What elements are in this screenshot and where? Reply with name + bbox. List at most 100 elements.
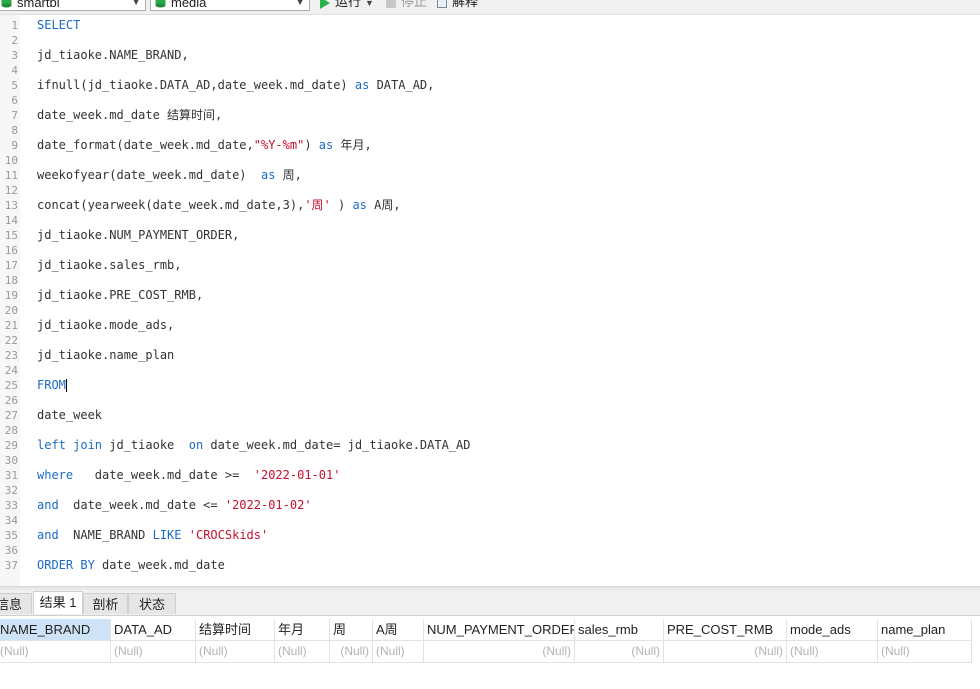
column-header[interactable]: name_plan xyxy=(878,619,972,641)
sql-editor[interactable]: 1 SELECT 2 3 jd_tiaoke.NAME_BRAND, 4 5 ifnull(j… xyxy=(0,15,980,586)
column-header[interactable]: sales_rmb xyxy=(575,619,664,641)
code-line[interactable]: 29 left join jd_tiaoke on date_week.md_da… xyxy=(0,438,980,453)
code-line[interactable]: 3 jd_tiaoke.NAME_BRAND, xyxy=(0,48,980,63)
code-line[interactable]: 8 xyxy=(0,123,980,138)
column-header[interactable]: NAME_BRAND xyxy=(0,619,111,641)
code-line[interactable]: 30 xyxy=(0,453,980,468)
code-text[interactable]: jd_tiaoke.mode_ads, xyxy=(37,318,174,333)
code-line[interactable]: 23 jd_tiaoke.name_plan xyxy=(0,348,980,363)
code-line[interactable]: 16 xyxy=(0,243,980,258)
code-line[interactable]: 27 date_week xyxy=(0,408,980,423)
column-header[interactable]: 年月 xyxy=(275,619,330,641)
code-line[interactable]: 22 xyxy=(0,333,980,348)
column-header[interactable]: 结算时间 xyxy=(196,619,275,641)
code-line[interactable]: 32 xyxy=(0,483,980,498)
code-line[interactable]: 6 xyxy=(0,93,980,108)
column-header[interactable]: PRE_COST_RMB xyxy=(664,619,787,641)
code-line[interactable]: 24 xyxy=(0,363,980,378)
code-line[interactable]: 11 weekofyear(date_week.md_date) as 周, xyxy=(0,168,980,183)
code-line[interactable]: 17 jd_tiaoke.sales_rmb, xyxy=(0,258,980,273)
code-text[interactable]: FROM xyxy=(37,378,67,393)
run-button[interactable]: 运行 ▼ xyxy=(320,0,374,11)
code-line[interactable]: 35 and NAME_BRAND LIKE 'CROCSkids' xyxy=(0,528,980,543)
code-line[interactable]: 18 xyxy=(0,273,980,288)
code-line[interactable]: 12 xyxy=(0,183,980,198)
code-text[interactable]: date_week xyxy=(37,408,102,423)
code-line[interactable]: 31 where date_week.md_date >= '2022-01-01… xyxy=(0,468,980,483)
line-number: 14 xyxy=(4,214,18,227)
code-text[interactable]: and date_week.md_date <= '2022-01-02' xyxy=(37,498,312,513)
tab-result[interactable]: 结果 1 xyxy=(33,591,83,614)
code-line[interactable]: 21 jd_tiaoke.mode_ads, xyxy=(0,318,980,333)
code-line[interactable]: 1 SELECT xyxy=(0,18,980,33)
database-select[interactable]: media ▼ xyxy=(150,0,310,11)
code-text[interactable]: weekofyear(date_week.md_date) as 周, xyxy=(37,168,302,183)
table-cell[interactable]: (Null) xyxy=(575,641,664,663)
code-text[interactable]: and NAME_BRAND LIKE 'CROCSkids' xyxy=(37,528,268,543)
code-text[interactable]: jd_tiaoke.name_plan xyxy=(37,348,174,363)
code-line[interactable]: 33 and date_week.md_date <= '2022-01-02' xyxy=(0,498,980,513)
code-text[interactable]: jd_tiaoke.PRE_COST_RMB, xyxy=(37,288,203,303)
line-number: 8 xyxy=(11,124,18,137)
code-line[interactable]: 2 xyxy=(0,33,980,48)
code-text[interactable]: ifnull(jd_tiaoke.DATA_AD,date_week.md_da… xyxy=(37,78,434,93)
connection-select[interactable]: smartbi ▼ xyxy=(0,0,146,11)
code-text[interactable]: SELECT xyxy=(37,18,80,33)
code-line[interactable]: 9 date_format(date_week.md_date,"%Y-%m") … xyxy=(0,138,980,153)
code-line[interactable]: 19 jd_tiaoke.PRE_COST_RMB, xyxy=(0,288,980,303)
table-cell[interactable]: (Null) xyxy=(878,641,972,663)
table-row[interactable]: (Null) (Null) (Null) (Null) (Null) (Null) (Nul… xyxy=(0,641,980,663)
sql-token: jd_tiaoke.name_plan xyxy=(37,348,175,362)
sql-token: date_week xyxy=(37,408,103,422)
tab-info[interactable]: 信息 xyxy=(0,593,32,614)
code-line[interactable]: 7 date_week.md_date 结算时间, xyxy=(0,108,980,123)
column-header[interactable]: 周 xyxy=(330,619,373,641)
chevron-down-icon[interactable]: ▼ xyxy=(365,0,374,8)
table-cell[interactable]: (Null) xyxy=(196,641,275,663)
code-line[interactable]: 15 jd_tiaoke.NUM_PAYMENT_ORDER, xyxy=(0,228,980,243)
code-line[interactable]: 25 FROM xyxy=(0,378,980,393)
table-cell[interactable]: (Null) xyxy=(275,641,330,663)
table-cell[interactable]: (Null) xyxy=(0,641,111,663)
code-line[interactable]: 14 xyxy=(0,213,980,228)
table-cell[interactable]: (Null) xyxy=(111,641,196,663)
table-cell[interactable]: (Null) xyxy=(424,641,575,663)
code-line[interactable]: 37 ORDER BY date_week.md_date xyxy=(0,558,980,573)
table-cell[interactable]: (Null) xyxy=(373,641,424,663)
column-header[interactable]: DATA_AD xyxy=(111,619,196,641)
table-cell[interactable]: (Null) xyxy=(664,641,787,663)
tab-status[interactable]: 状态 xyxy=(128,593,176,614)
code-text[interactable]: jd_tiaoke.sales_rmb, xyxy=(37,258,182,273)
code-line[interactable]: 28 xyxy=(0,423,980,438)
table-cell[interactable]: (Null) xyxy=(787,641,878,663)
code-text[interactable]: date_format(date_week.md_date,"%Y-%m") a… xyxy=(37,138,372,153)
results-grid: NAME_BRAND DATA_AD 结算时间 年月周 A周 NUM_PAYMENT_OR… xyxy=(0,619,980,689)
code-text[interactable]: left join jd_tiaoke on date_week.md_date… xyxy=(37,438,471,453)
table-cell[interactable]: (Null) xyxy=(330,641,373,663)
code-text[interactable]: date_week.md_date 结算时间, xyxy=(37,108,222,123)
code-text[interactable]: where date_week.md_date >= '2022-01-01' xyxy=(37,468,340,483)
code-line[interactable]: 4 xyxy=(0,63,980,78)
stop-button[interactable]: 停止 xyxy=(386,0,427,11)
sql-token: ifnull(jd_tiaoke.DATA_AD,date_week.md_da… xyxy=(37,78,355,92)
line-number: 31 xyxy=(4,469,18,482)
code-line[interactable]: 34 xyxy=(0,513,980,528)
column-header[interactable]: mode_ads xyxy=(787,619,878,641)
column-header[interactable]: A周 xyxy=(373,619,424,641)
sql-token: weekofyear(date_week.md_date) xyxy=(37,168,261,182)
column-header[interactable]: NUM_PAYMENT_ORDER xyxy=(424,619,575,641)
code-text[interactable]: ORDER BY date_week.md_date xyxy=(37,558,225,573)
code-line[interactable]: 10 xyxy=(0,153,980,168)
code-line[interactable]: 36 xyxy=(0,543,980,558)
sql-token: jd_tiaoke.sales_rmb, xyxy=(37,258,182,272)
explain-button[interactable]: 解释 xyxy=(437,0,478,11)
code-text[interactable]: concat(yearweek(date_week.md_date,3),'周'… xyxy=(37,198,401,213)
line-number: 29 xyxy=(4,439,18,452)
code-text[interactable]: jd_tiaoke.NUM_PAYMENT_ORDER, xyxy=(37,228,239,243)
code-line[interactable]: 5 ifnull(jd_tiaoke.DATA_AD,date_week.md_d… xyxy=(0,78,980,93)
code-line[interactable]: 26 xyxy=(0,393,980,408)
code-line[interactable]: 20 xyxy=(0,303,980,318)
code-text[interactable]: jd_tiaoke.NAME_BRAND, xyxy=(37,48,189,63)
code-line[interactable]: 13 concat(yearweek(date_week.md_date,3),'… xyxy=(0,198,980,213)
tab-profile[interactable]: 剖析 xyxy=(83,593,128,614)
